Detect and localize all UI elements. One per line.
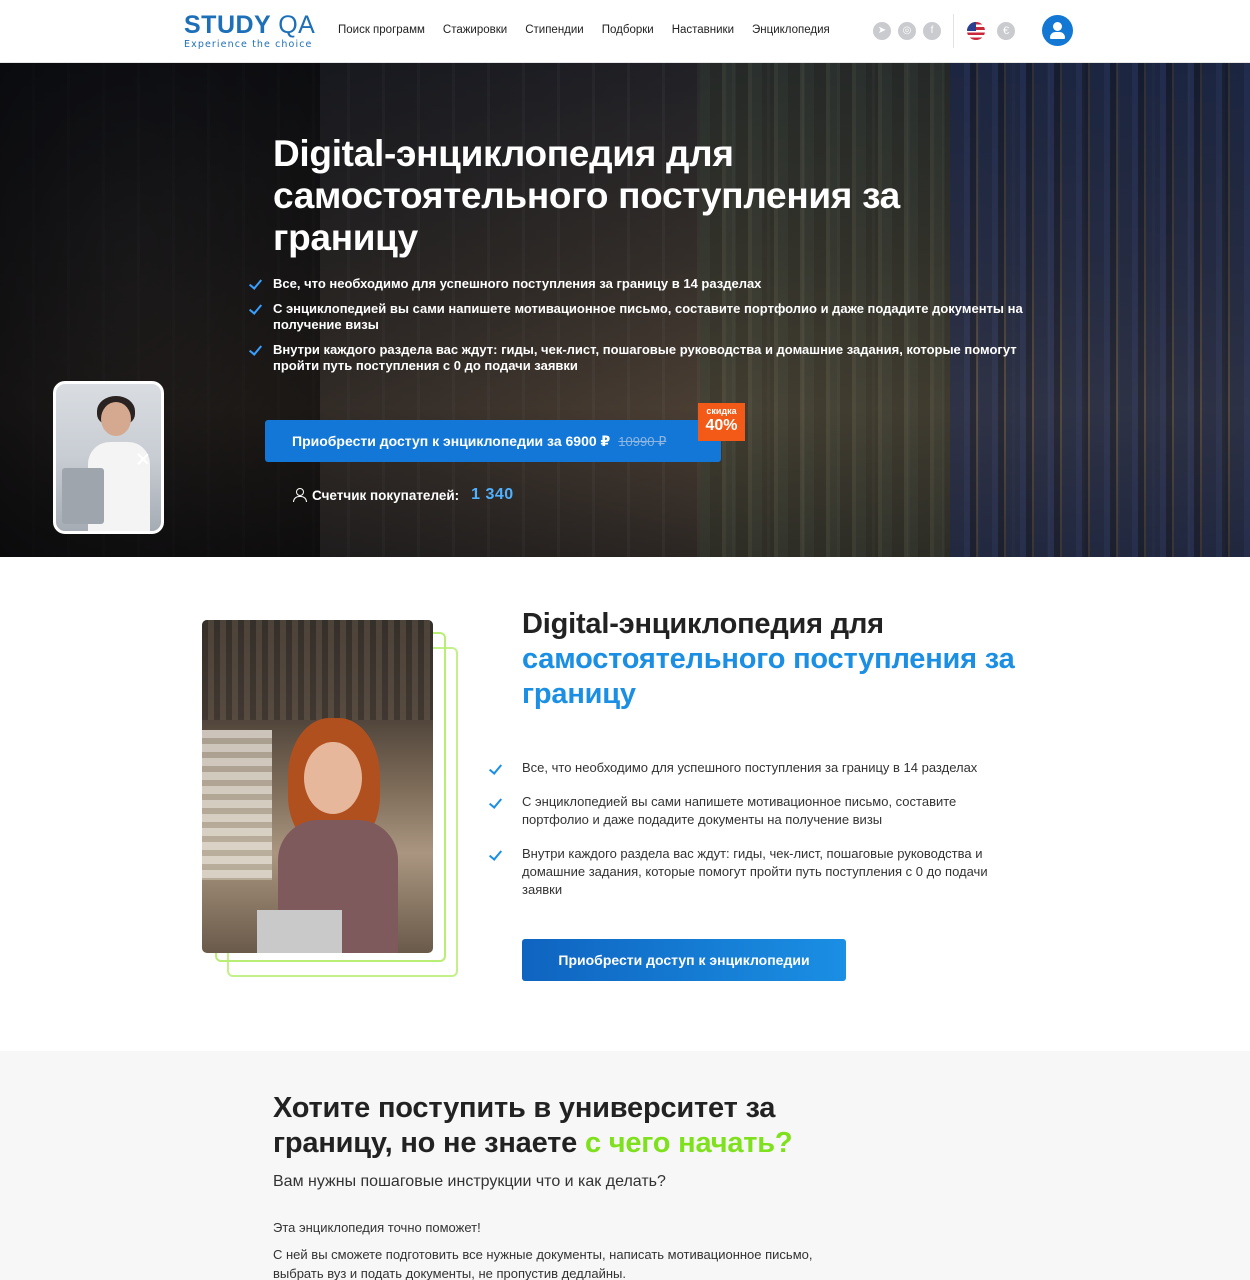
hero-section: Digital-энциклопедия для самостоятельног… xyxy=(0,63,1250,557)
counter-value: 1 340 xyxy=(471,486,514,503)
list-item: Все, что необходимо для успешного поступ… xyxy=(250,276,1040,292)
logo-wordmark: STUDY QA xyxy=(184,12,315,38)
us-flag-icon[interactable] xyxy=(967,22,985,40)
list-item: Все, что необходимо для успешного поступ… xyxy=(490,759,1010,777)
site-header: STUDY QA Experience the choice Поиск про… xyxy=(0,0,1250,63)
section-title: Digital-энциклопедия для самостоятельного… xyxy=(522,607,1042,712)
photo-chairs xyxy=(202,730,272,880)
logo-qa: QA xyxy=(278,11,316,39)
encyclopedia-section: Digital-энциклопедия для самостоятельного… xyxy=(0,557,1250,1051)
user-icon-body xyxy=(1050,32,1065,39)
section-benefits-list: Все, что необходимо для успешного поступ… xyxy=(490,759,1010,915)
currency-euro-icon[interactable]: € xyxy=(997,22,1015,40)
photo-background xyxy=(202,620,433,720)
hero-benefits-list: Все, что необходимо для успешного поступ… xyxy=(250,276,1040,383)
buyers-counter: Счетчик покупателей: 1 340 xyxy=(293,486,514,504)
photo-face xyxy=(304,742,362,814)
discount-value: 40% xyxy=(705,417,738,434)
user-icon xyxy=(1053,22,1062,31)
check-icon xyxy=(490,797,504,806)
list-item-text: Все, что необходимо для успешного поступ… xyxy=(273,276,762,291)
check-icon xyxy=(490,763,504,772)
list-item-text: С энциклопедией вы сами напишете мотивац… xyxy=(273,301,1023,332)
intro-title-green: с чего начать? xyxy=(584,1127,793,1159)
buy-encyclopedia-button[interactable]: Приобрести доступ к энциклопедии xyxy=(522,939,846,981)
check-icon xyxy=(250,344,264,353)
close-icon[interactable] xyxy=(136,452,150,466)
account-button[interactable] xyxy=(1042,15,1073,46)
section-title-blue: самостоятельного поступления за границу xyxy=(522,643,1015,710)
facebook-icon[interactable]: f xyxy=(923,22,941,40)
person-icon xyxy=(293,488,307,502)
nav-item-encyclopedia[interactable]: Энциклопедия xyxy=(752,24,830,36)
logo[interactable]: STUDY QA Experience the choice xyxy=(184,12,315,50)
check-icon xyxy=(490,849,504,858)
list-item: С энциклопедией вы сами напишете мотивац… xyxy=(250,301,1040,333)
intro-paragraph: С ней вы сможете подготовить все нужные … xyxy=(273,1247,813,1280)
nav-item-programs[interactable]: Поиск программ xyxy=(338,24,425,36)
old-price: 10990 ₽ xyxy=(618,434,667,449)
list-item-text: Все, что необходимо для успешного поступ… xyxy=(522,760,978,775)
counter-label: Счетчик покупателей: xyxy=(312,487,460,503)
list-item: С энциклопедией вы сами напишете мотивац… xyxy=(490,793,1010,829)
intro-subtitle: Вам нужны пошаговые инструкции что и как… xyxy=(273,1173,666,1190)
logo-study: STUDY xyxy=(184,11,271,39)
main-nav: Поиск программ Стажировки Стипендии Подб… xyxy=(338,24,848,36)
list-item: Внутри каждого раздела вас ждут: гиды, ч… xyxy=(250,342,1040,374)
section-title-dark: Digital-энциклопедия для xyxy=(522,608,884,640)
telegram-icon[interactable]: ➤ xyxy=(873,22,891,40)
buy-access-label: Приобрести доступ к энциклопедии за 6900… xyxy=(292,433,611,449)
social-links: ➤ ◎ f xyxy=(873,22,941,40)
video-laptop xyxy=(62,468,104,524)
photo-laptop xyxy=(257,910,342,953)
list-item-text: С энциклопедией вы сами напишете мотивац… xyxy=(522,794,957,827)
nav-item-collections[interactable]: Подборки xyxy=(602,24,654,36)
buy-access-button[interactable]: Приобрести доступ к энциклопедии за 6900… xyxy=(265,420,721,462)
student-photo xyxy=(202,620,433,953)
instagram-icon[interactable]: ◎ xyxy=(898,22,916,40)
video-person-face xyxy=(101,402,131,436)
list-item-text: Внутри каждого раздела вас ждут: гиды, ч… xyxy=(273,342,1017,373)
intro-paragraph: Эта энциклопедия точно поможет! xyxy=(273,1220,481,1235)
hero-title: Digital-энциклопедия для самостоятельног… xyxy=(273,133,900,258)
nav-item-mentors[interactable]: Наставники xyxy=(672,24,734,36)
header-divider xyxy=(953,14,954,48)
logo-tagline: Experience the choice xyxy=(184,39,313,50)
discount-badge: скидка 40% xyxy=(698,403,745,441)
discount-label: скидка xyxy=(706,406,737,416)
nav-item-internships[interactable]: Стажировки xyxy=(443,24,507,36)
check-icon xyxy=(250,303,264,312)
list-item-text: Внутри каждого раздела вас ждут: гиды, ч… xyxy=(522,846,988,897)
intro-section: Хотите поступить в университет за границ… xyxy=(0,1051,1250,1280)
list-item: Внутри каждого раздела вас ждут: гиды, ч… xyxy=(490,845,1010,899)
intro-title: Хотите поступить в университет за границ… xyxy=(273,1091,873,1161)
check-icon xyxy=(250,278,264,287)
nav-item-scholarships[interactable]: Стипендии xyxy=(525,24,584,36)
